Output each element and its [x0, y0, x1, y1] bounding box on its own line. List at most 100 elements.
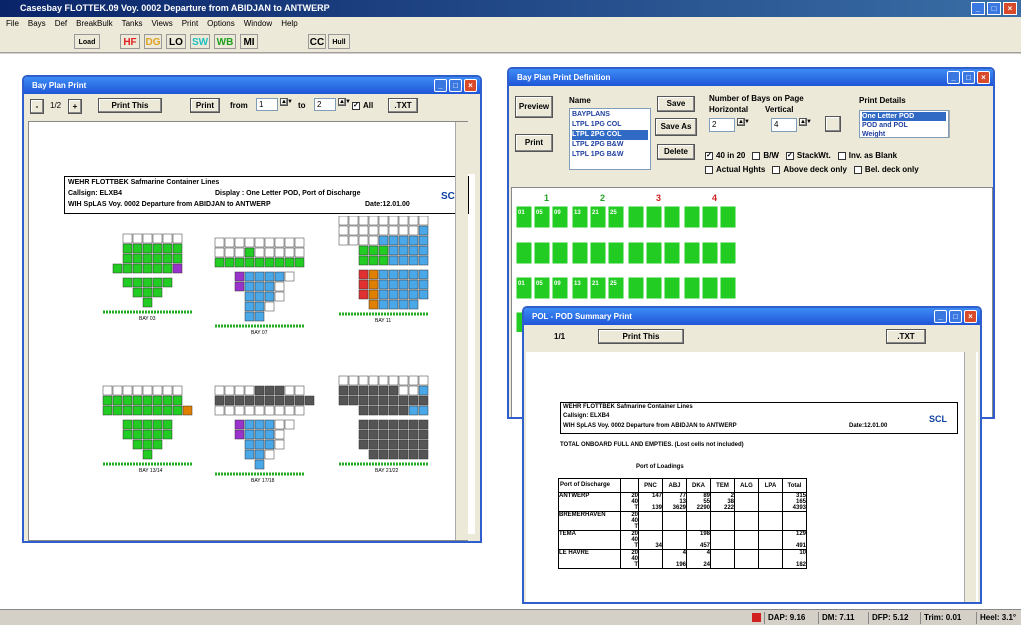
delete-button[interactable]: Delete: [657, 144, 695, 160]
close-button[interactable]: ×: [964, 310, 977, 323]
vertical-input[interactable]: 4: [771, 118, 797, 132]
checkbox-b-w[interactable]: B/W: [752, 151, 779, 160]
toolbar-hull-button[interactable]: Hull: [328, 34, 350, 49]
name-list-item[interactable]: LTPL 1PG B&W: [572, 150, 648, 160]
minimize-button[interactable]: _: [971, 2, 985, 15]
close-button[interactable]: ×: [464, 79, 477, 92]
to-input[interactable]: 2: [314, 98, 336, 111]
print-details-item[interactable]: Weight: [862, 130, 946, 139]
toolbar-sw-button[interactable]: SW: [190, 34, 210, 49]
status-item: Heel: 3.1°: [976, 612, 1016, 624]
table-cell: [782, 511, 807, 531]
horizontal-input[interactable]: 2: [709, 118, 735, 132]
checkbox-stackwt-[interactable]: ✓ StackWt.: [785, 151, 831, 160]
print-details-item[interactable]: POD and POL: [862, 121, 946, 130]
container-cell: [284, 395, 295, 406]
menu-help[interactable]: Help: [281, 17, 297, 31]
checkbox-40-in-20[interactable]: ✓ 40 in 20: [705, 151, 745, 160]
cell-code-label: 21: [592, 281, 599, 287]
vertical-spinner[interactable]: ▲▼: [799, 118, 812, 126]
menu-bays[interactable]: Bays: [28, 17, 46, 31]
save-as-button[interactable]: Save As: [655, 118, 697, 136]
close-button[interactable]: ×: [977, 71, 990, 84]
toolbar-wb-button[interactable]: WB: [214, 34, 236, 49]
toolbar-hf-button[interactable]: HF: [120, 34, 140, 49]
print-details-scrollbar[interactable]: [949, 110, 959, 138]
vertical-scrollbar[interactable]: [964, 352, 976, 602]
definition-window-titlebar[interactable]: Bay Plan Print Definition _ □ ×: [509, 69, 993, 86]
menu-tanks[interactable]: Tanks: [122, 17, 143, 31]
close-button[interactable]: ×: [1003, 2, 1017, 15]
container-cell: [418, 216, 429, 226]
vertical-scrollbar[interactable]: [455, 122, 468, 540]
toolbar-cc-button[interactable]: CC: [308, 34, 326, 49]
toolbar-mi-button[interactable]: MI: [240, 34, 258, 49]
container-cell: [152, 385, 163, 396]
container-cell: [162, 233, 173, 244]
load-button[interactable]: Load: [74, 34, 100, 49]
menu-file[interactable]: File: [6, 17, 19, 31]
menu-print[interactable]: Print: [182, 17, 198, 31]
maximize-button[interactable]: □: [962, 71, 975, 84]
checkbox-above-deck-only[interactable]: Above deck only: [772, 165, 847, 174]
minimize-button[interactable]: _: [934, 310, 947, 323]
menu-views[interactable]: Views: [152, 17, 173, 31]
print-details-list[interactable]: One Letter POD POD and POL Weight: [859, 110, 949, 138]
print-button[interactable]: Print: [515, 134, 553, 152]
menu-def[interactable]: Def: [55, 17, 67, 31]
menu-options[interactable]: Options: [207, 17, 235, 31]
color-picker-button[interactable]: [825, 116, 841, 132]
container-cell: [358, 279, 369, 290]
print-details-item[interactable]: One Letter POD: [862, 112, 946, 121]
container-cell: [338, 395, 349, 406]
table-cell: [710, 549, 735, 569]
bay-plan-window-titlebar[interactable]: Bay Plan Print _ □ ×: [24, 77, 480, 94]
container-cell: [388, 235, 399, 246]
maximize-button[interactable]: □: [987, 2, 1001, 15]
txt-button[interactable]: .TXT: [886, 329, 926, 344]
name-list-item[interactable]: LTPL 1PG COL: [572, 120, 648, 130]
minimize-button[interactable]: _: [434, 79, 447, 92]
container-cell: [398, 245, 409, 256]
checkbox-actual-hghts[interactable]: Actual Hghts: [705, 165, 765, 174]
minimize-button[interactable]: _: [947, 71, 960, 84]
maximize-button[interactable]: □: [449, 79, 462, 92]
preview-button[interactable]: Preview: [515, 96, 553, 118]
maximize-button[interactable]: □: [949, 310, 962, 323]
container-cell: [132, 429, 143, 440]
save-button[interactable]: Save: [657, 96, 695, 112]
menu-breakbulk[interactable]: BreakBulk: [76, 17, 112, 31]
toolbar-lo-button[interactable]: LO: [166, 34, 186, 49]
name-list-item[interactable]: LTPL 2PG COL: [572, 130, 648, 140]
from-input[interactable]: 1: [256, 98, 278, 111]
checkbox-bel-deck-only[interactable]: Bel. deck only: [853, 165, 919, 174]
toolbar-dg-button[interactable]: DG: [144, 34, 162, 49]
table-cell: 4 196: [662, 549, 687, 569]
all-checkbox[interactable]: ✓ All: [352, 101, 373, 110]
container-cell: [214, 395, 225, 406]
container-cell: [368, 299, 379, 310]
container-cell: [274, 429, 285, 440]
container-cell: [244, 311, 255, 322]
menu-window[interactable]: Window: [244, 17, 272, 31]
txt-button[interactable]: .TXT: [388, 98, 418, 113]
horizontal-spinner[interactable]: ▲▼: [737, 118, 750, 126]
page-cell: [533, 241, 551, 265]
print-button[interactable]: Print: [190, 98, 220, 113]
table-cell: [734, 511, 759, 531]
next-page-button[interactable]: +: [68, 99, 82, 114]
to-spinner[interactable]: ▲▼: [338, 98, 351, 106]
summary-window-titlebar[interactable]: POL - POD Summary Print _ □ ×: [524, 308, 980, 325]
checkbox-inv-as-blank[interactable]: Inv. as Blank: [837, 151, 897, 160]
container-cell: [274, 247, 285, 258]
container-cell: [172, 405, 183, 416]
name-list-item[interactable]: BAYPLANS: [572, 110, 648, 120]
page-column-block: [571, 241, 625, 265]
name-list-item[interactable]: LTPL 2PG B&W: [572, 140, 648, 150]
container-cell: [254, 419, 265, 430]
from-spinner[interactable]: ▲▼: [280, 98, 293, 106]
name-list[interactable]: BAYPLANS LTPL 1PG COL LTPL 2PG COL LTPL 2PG…: [569, 108, 651, 170]
print-this-button[interactable]: Print This: [98, 98, 162, 113]
print-this-button[interactable]: Print This: [598, 329, 684, 344]
prev-page-button[interactable]: -: [30, 99, 44, 114]
